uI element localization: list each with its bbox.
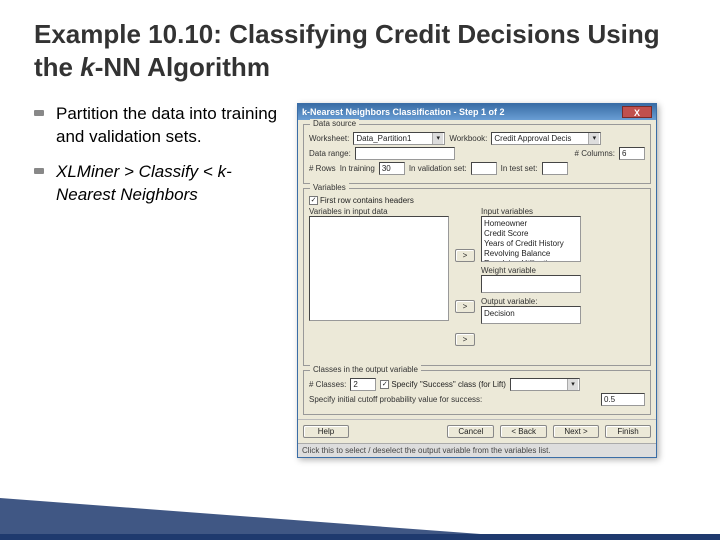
- test-label: In test set:: [501, 164, 538, 173]
- close-icon[interactable]: X: [622, 106, 652, 118]
- back-button[interactable]: < Back: [500, 425, 547, 438]
- dialog-titlebar: k-Nearest Neighbors Classification - Ste…: [298, 104, 656, 120]
- worksheet-select[interactable]: Data_Partition1: [353, 132, 445, 145]
- test-value[interactable]: [542, 162, 568, 175]
- bullet-list: Partition the data into training and val…: [34, 103, 279, 458]
- slide-title: Example 10.10: Classifying Credit Decisi…: [0, 0, 720, 93]
- input-vars-label: Input variables: [481, 207, 581, 216]
- workbook-label: Workbook:: [449, 134, 487, 143]
- decorative-stripe: [0, 534, 720, 540]
- cols-value[interactable]: 6: [619, 147, 645, 160]
- input-vars-listbox[interactable]: Homeowner Credit Score Years of Credit H…: [481, 216, 581, 262]
- weight-listbox[interactable]: [481, 275, 581, 293]
- bullet-2: XLMiner > Classify < k-Nearest Neighbors: [34, 161, 279, 207]
- move-output-button[interactable]: >: [455, 333, 475, 346]
- range-label: Data range:: [309, 149, 351, 158]
- training-label: In training: [340, 164, 375, 173]
- weight-label: Weight variable: [481, 266, 581, 275]
- output-listbox[interactable]: Decision: [481, 306, 581, 324]
- range-input[interactable]: [355, 147, 455, 160]
- legend-data-source: Data source: [310, 119, 359, 128]
- bullet-1: Partition the data into training and val…: [34, 103, 279, 149]
- wizard-dialog: k-Nearest Neighbors Classification - Ste…: [297, 103, 657, 458]
- legend-variables: Variables: [310, 183, 349, 192]
- group-classes: Classes in the output variable # Classes…: [303, 370, 651, 415]
- cols-label: # Columns:: [575, 149, 615, 158]
- group-data-source: Data source Worksheet: Data_Partition1 W…: [303, 124, 651, 184]
- validation-value[interactable]: [471, 162, 497, 175]
- cutoff-label: Specify initial cutoff probability value…: [309, 395, 482, 404]
- cancel-button[interactable]: Cancel: [447, 425, 494, 438]
- status-hint: Click this to select / deselect the outp…: [298, 443, 656, 457]
- nclasses-value[interactable]: 2: [350, 378, 376, 391]
- first-row-checkbox[interactable]: ✓First row contains headers: [309, 196, 414, 205]
- move-input-button[interactable]: >: [455, 249, 475, 262]
- nclasses-label: # Classes:: [309, 380, 346, 389]
- help-button[interactable]: Help: [303, 425, 349, 438]
- dialog-footer: Help Cancel < Back Next > Finish: [298, 419, 656, 443]
- input-data-listbox[interactable]: [309, 216, 449, 321]
- training-value[interactable]: 30: [379, 162, 405, 175]
- finish-button[interactable]: Finish: [605, 425, 651, 438]
- legend-classes: Classes in the output variable: [310, 365, 421, 374]
- output-label: Output variable:: [481, 297, 581, 306]
- group-variables: Variables ✓First row contains headers Va…: [303, 188, 651, 366]
- move-weight-button[interactable]: >: [455, 300, 475, 313]
- cutoff-value[interactable]: 0.5: [601, 393, 645, 406]
- dialog-title: k-Nearest Neighbors Classification - Ste…: [302, 107, 505, 117]
- workbook-select[interactable]: Credit Approval Decis: [491, 132, 601, 145]
- worksheet-label: Worksheet:: [309, 134, 349, 143]
- rows-label: # Rows: [309, 164, 336, 173]
- left-list-label: Variables in input data: [309, 207, 449, 216]
- success-class-checkbox[interactable]: ✓Specify "Success" class (for Lift): [380, 380, 506, 389]
- validation-label: In validation set:: [409, 164, 467, 173]
- next-button[interactable]: Next >: [553, 425, 599, 438]
- success-class-select[interactable]: [510, 378, 580, 391]
